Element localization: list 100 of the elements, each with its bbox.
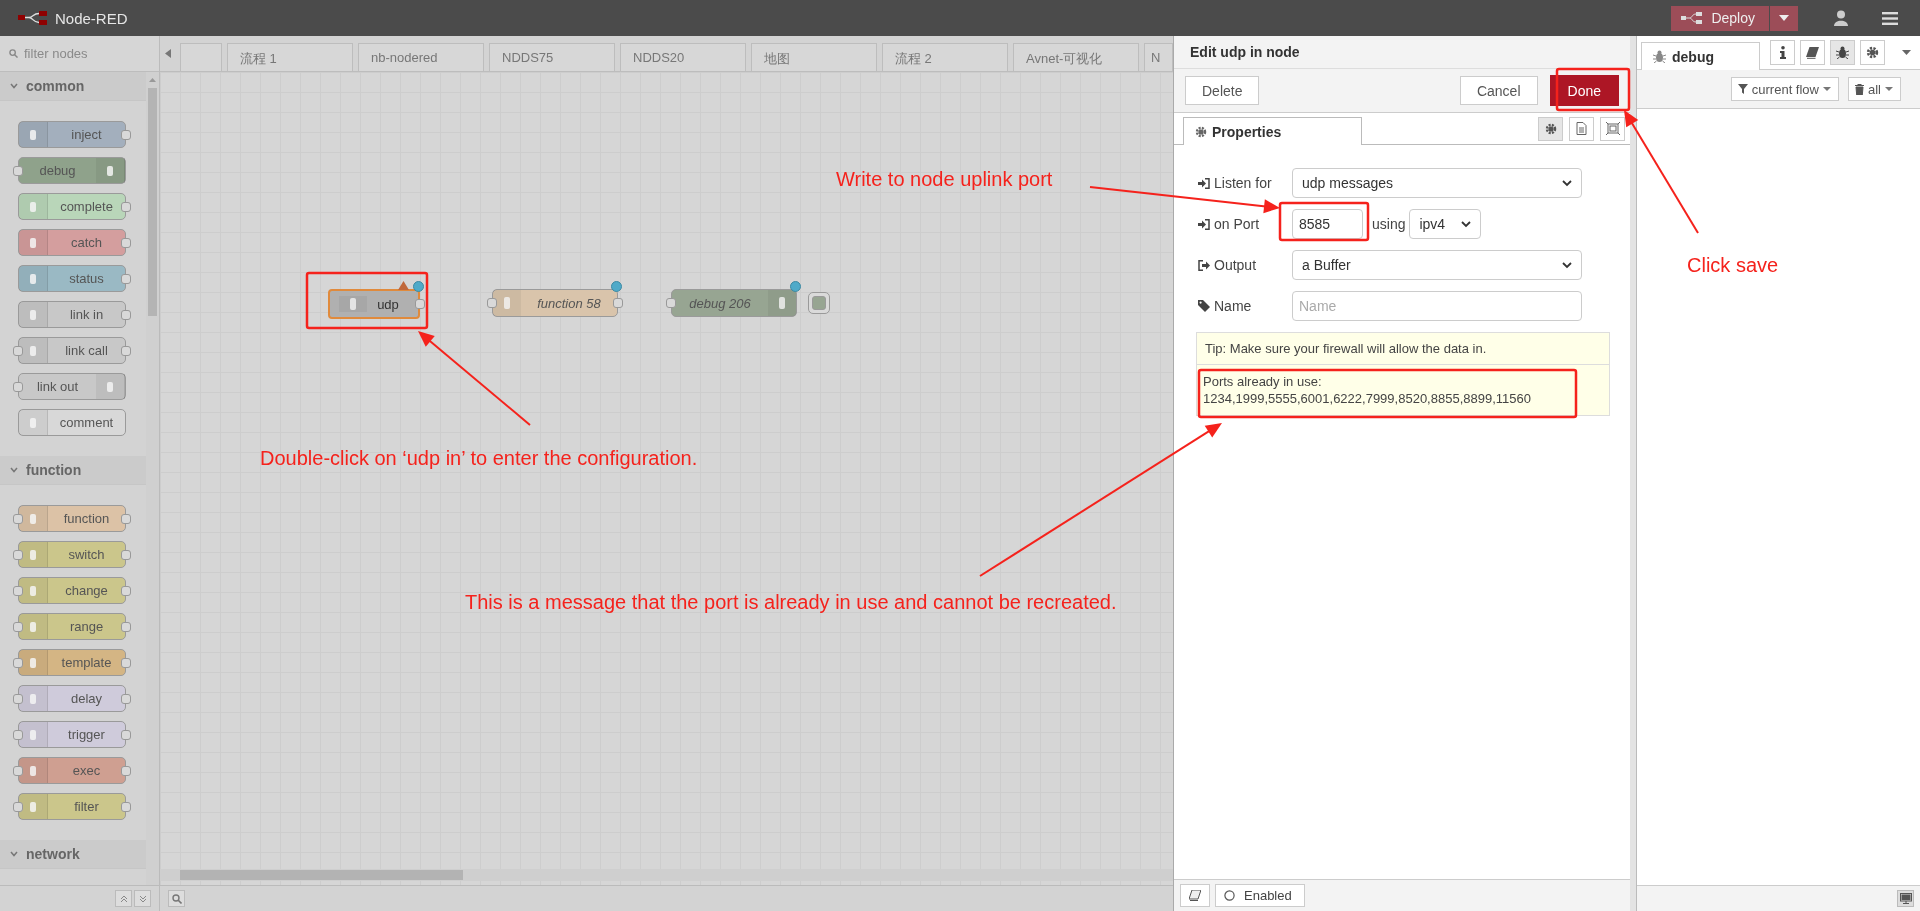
- sign-out-icon: [1198, 259, 1210, 271]
- node-port[interactable]: [121, 129, 131, 140]
- node-icon: [27, 235, 39, 250]
- flow-tab[interactable]: 流程 1: [227, 43, 353, 71]
- palette-node[interactable]: function: [18, 505, 126, 532]
- collapse-all-button[interactable]: [115, 890, 132, 907]
- palette-node[interactable]: status: [18, 265, 126, 292]
- node-port[interactable]: [415, 299, 425, 309]
- palette-node[interactable]: template: [18, 649, 126, 676]
- enabled-toggle[interactable]: Enabled: [1215, 884, 1305, 907]
- category-header[interactable]: common: [0, 72, 146, 101]
- deploy-menu-button[interactable]: [1770, 5, 1798, 31]
- search-button[interactable]: [168, 890, 185, 907]
- flow-node[interactable]: function 58: [492, 289, 618, 317]
- caret-icon[interactable]: [1902, 50, 1911, 55]
- palette-node[interactable]: link call: [18, 337, 126, 364]
- node-icon: [27, 727, 39, 742]
- flow-tab[interactable]: 流程 2: [882, 43, 1008, 71]
- node-port[interactable]: [121, 273, 131, 284]
- deploy-button[interactable]: Deploy: [1671, 5, 1769, 31]
- node-port[interactable]: [121, 513, 131, 524]
- node-port[interactable]: [121, 309, 131, 320]
- node-port[interactable]: [121, 657, 131, 668]
- palette-node[interactable]: exec: [18, 757, 126, 784]
- double-down-icon: [138, 894, 147, 903]
- node-port[interactable]: [121, 765, 131, 776]
- palette-node[interactable]: catch: [18, 229, 126, 256]
- done-button[interactable]: Done: [1549, 75, 1619, 106]
- filter-field[interactable]: filter nodes: [22, 45, 146, 62]
- debug-button[interactable]: [1830, 40, 1855, 65]
- appearance-button[interactable]: [1600, 116, 1625, 141]
- scrollbar-thumb[interactable]: [148, 88, 157, 316]
- palette-node[interactable]: switch: [18, 541, 126, 568]
- popout-button[interactable]: [1897, 890, 1914, 907]
- clear-dropdown[interactable]: all: [1848, 77, 1901, 101]
- flow-tab[interactable]: Avnet-可视化: [1013, 43, 1139, 71]
- palette-node[interactable]: complete: [18, 193, 126, 220]
- palette-node[interactable]: delay: [18, 685, 126, 712]
- deploy-icon: [1681, 12, 1704, 24]
- menu-icon[interactable]: [1882, 11, 1898, 25]
- palette-node[interactable]: trigger: [18, 721, 126, 748]
- palette-node[interactable]: range: [18, 613, 126, 640]
- help-button[interactable]: [1800, 40, 1825, 65]
- palette-node[interactable]: comment: [18, 409, 126, 436]
- logo-icon: [18, 11, 48, 25]
- tray-button[interactable]: Delete: [1185, 76, 1260, 105]
- node-port[interactable]: [121, 549, 131, 560]
- flow-node[interactable]: udp: [328, 289, 420, 319]
- node-port[interactable]: [121, 801, 131, 812]
- node-icon: [347, 296, 359, 312]
- help-button[interactable]: [1180, 884, 1210, 907]
- expand-all-button[interactable]: [134, 890, 151, 907]
- category-header[interactable]: function: [0, 456, 146, 485]
- annotation-text: This is a message that the port is already in use and cannot be recreated.: [465, 591, 1117, 614]
- flow-node[interactable]: debug 206: [671, 289, 797, 317]
- palette-node[interactable]: inject: [18, 121, 126, 148]
- description-button[interactable]: [1569, 116, 1594, 141]
- app-title: Node-RED: [55, 9, 128, 27]
- protocol-select[interactable]: ipv4: [1409, 209, 1482, 239]
- scrollbar-thumb[interactable]: [180, 870, 463, 880]
- node-port[interactable]: [121, 621, 131, 632]
- palette-node[interactable]: link in: [18, 301, 126, 328]
- node-port[interactable]: [121, 345, 131, 356]
- splitter[interactable]: [1630, 36, 1637, 911]
- info-button[interactable]: [1770, 40, 1795, 65]
- user-icon[interactable]: [1834, 10, 1848, 26]
- properties-tab[interactable]: Properties: [1183, 117, 1362, 145]
- palette-node[interactable]: filter: [18, 793, 126, 820]
- tag-icon: [1198, 300, 1210, 312]
- flow-tab[interactable]: NDDS20: [620, 43, 746, 71]
- node-port[interactable]: [613, 298, 623, 308]
- node-port[interactable]: [121, 201, 131, 212]
- node-port[interactable]: [121, 585, 131, 596]
- node-port[interactable]: [121, 693, 131, 704]
- flow-tab[interactable]: 地图: [751, 43, 877, 71]
- flow-tab[interactable]: nb-nodered: [358, 43, 484, 71]
- flow-tab[interactable]: N: [1144, 43, 1173, 71]
- debug-tab[interactable]: debug: [1641, 42, 1760, 70]
- palette-node[interactable]: change: [18, 577, 126, 604]
- scrollbar[interactable]: [160, 869, 1173, 881]
- palette-node[interactable]: debug: [18, 157, 126, 184]
- book-icon: [1806, 46, 1819, 59]
- select-field[interactable]: udp messages: [1292, 168, 1582, 198]
- node-port[interactable]: [121, 237, 131, 248]
- tray-button[interactable]: Cancel: [1459, 76, 1538, 105]
- node-port[interactable]: [121, 729, 131, 740]
- search-icon: [9, 49, 18, 58]
- filter-dropdown[interactable]: current flow: [1730, 77, 1839, 101]
- palette-node[interactable]: link out: [18, 373, 126, 400]
- name-field[interactable]: Name: [1292, 291, 1582, 321]
- flow-tab[interactable]: [180, 43, 222, 71]
- node-icon: [27, 511, 39, 526]
- port-field[interactable]: 8585: [1292, 209, 1363, 239]
- flow-tab[interactable]: NDDS75: [489, 43, 615, 71]
- scroll-up-icon[interactable]: [149, 78, 156, 82]
- annotation-text: Double-click on ‘udp in’ to enter the configuration.: [260, 447, 698, 470]
- select-field[interactable]: a Buffer: [1292, 250, 1582, 280]
- settings-button[interactable]: [1860, 40, 1885, 65]
- category-header[interactable]: network: [0, 840, 146, 869]
- settings-button[interactable]: [1538, 116, 1563, 141]
